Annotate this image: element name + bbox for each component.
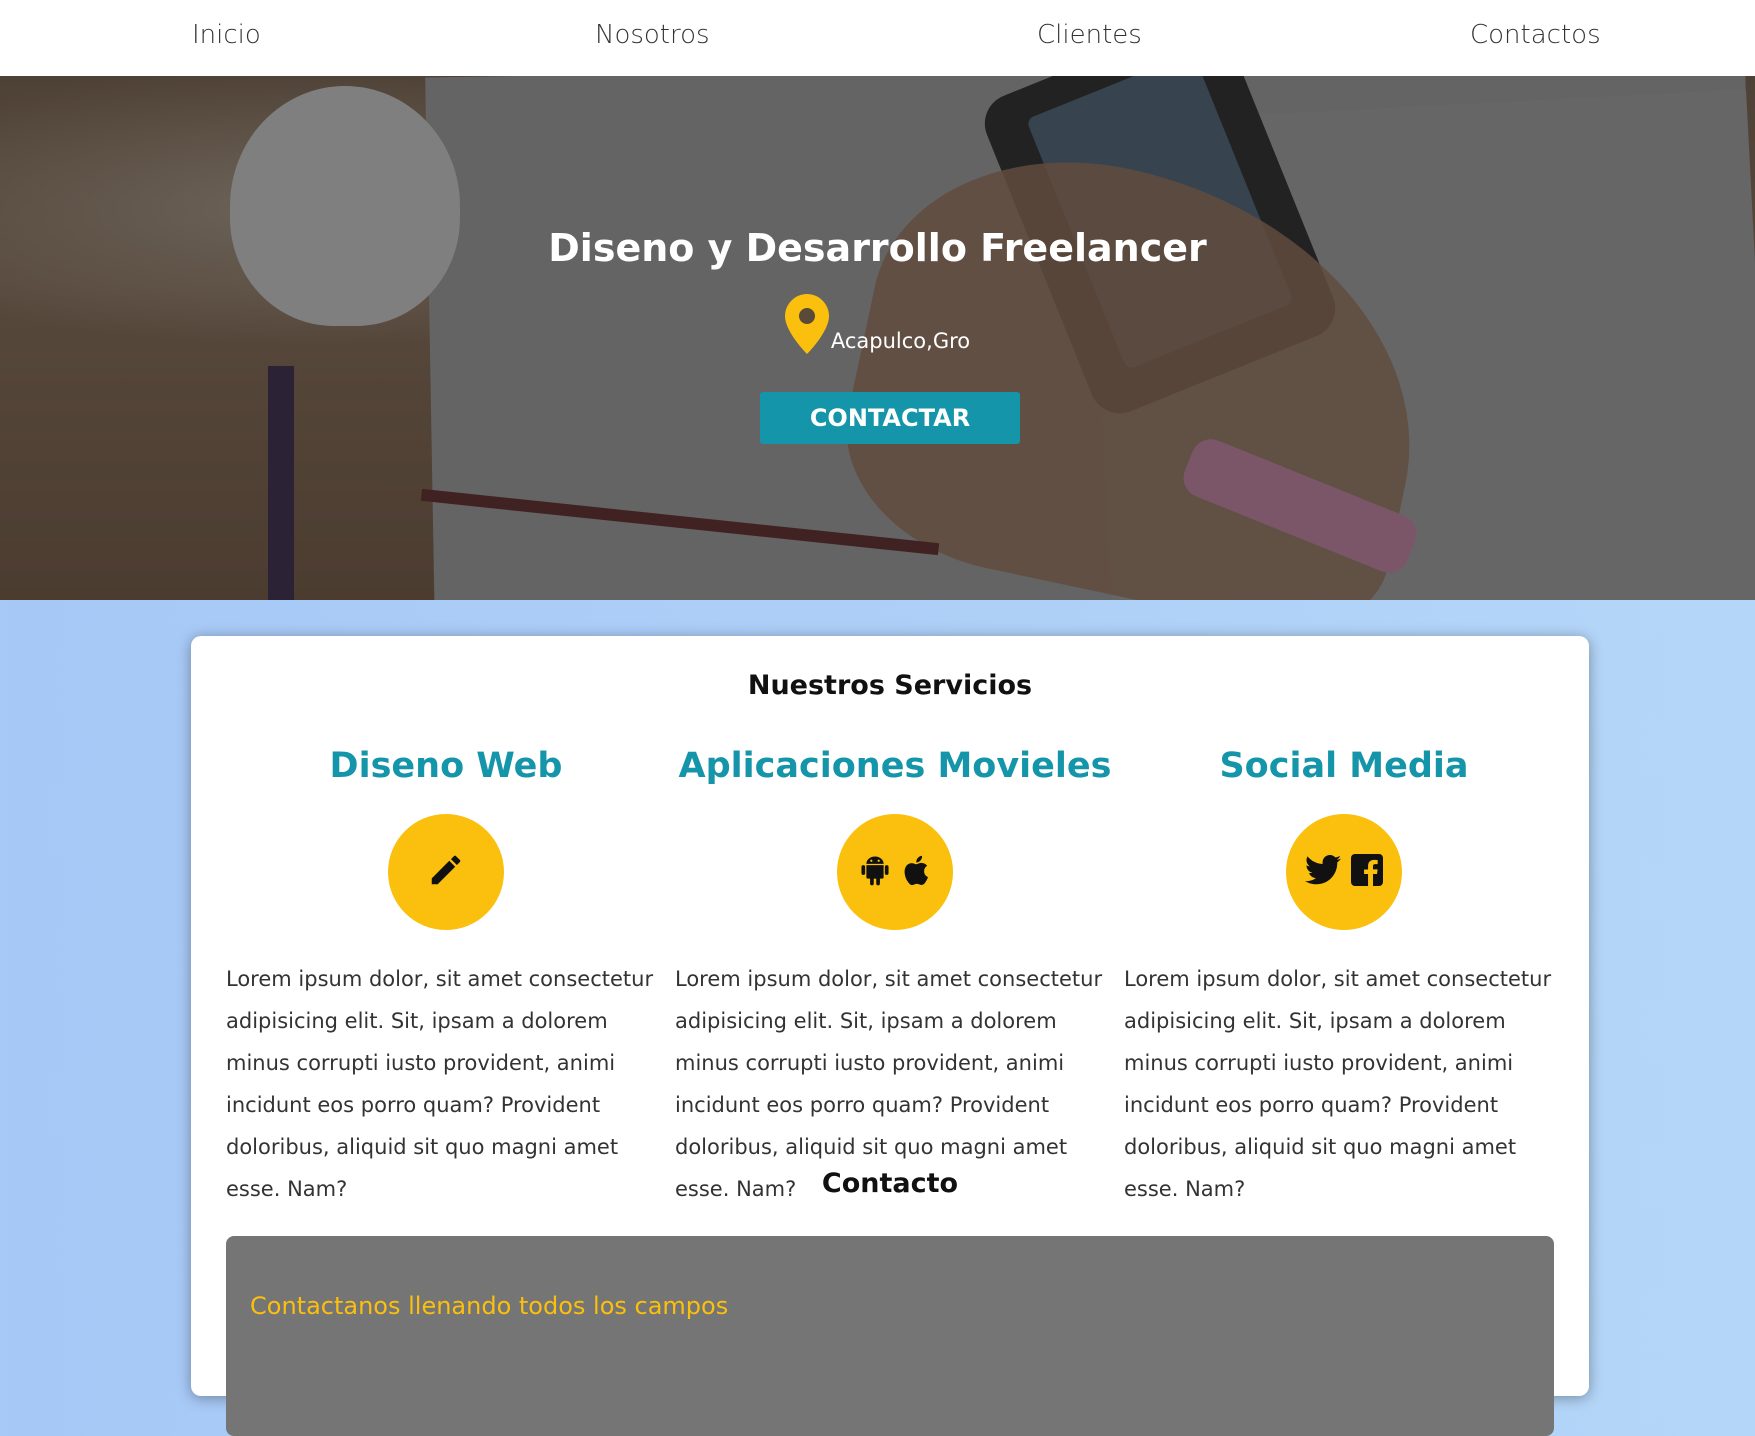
service-diseno-web: Diseno Web Lorem ipsum dolor, sit amet c… (226, 736, 666, 1231)
service-title: Social Media (1219, 746, 1469, 786)
service-title: Diseno Web (329, 746, 563, 786)
twitter-icon (1305, 854, 1341, 891)
nav-item-contactos[interactable]: Contactos (1470, 20, 1601, 50)
location-text: Acapulco,Gro (830, 329, 971, 353)
service-title: Aplicaciones Movieles (678, 746, 1112, 786)
services-card: Nuestros Servicios Diseno Web Lorem ipsu… (191, 636, 1589, 1436)
service-icon-circle (1286, 814, 1402, 930)
nav-item-clientes[interactable]: Clientes (1037, 20, 1142, 50)
hero-location: Acapulco,Gro (0, 294, 1755, 359)
hero-title: Diseno y Desarrollo Freelancer (548, 226, 1207, 270)
contact-title: Contacto (821, 1168, 959, 1199)
service-icon-circle (388, 814, 504, 930)
pencil-icon (427, 851, 465, 894)
facebook-icon (1351, 853, 1383, 891)
android-icon (860, 854, 890, 891)
contact-hint: Contactanos llenando todos los campos (250, 1292, 729, 1320)
top-nav: Inicio Nosotros Clientes Contactos (0, 0, 1755, 76)
nav-item-inicio[interactable]: Inicio (192, 20, 261, 50)
services-title: Nuestros Servicios (747, 670, 1033, 701)
nav-item-nosotros[interactable]: Nosotros (595, 20, 710, 50)
service-icon-circle (837, 814, 953, 930)
map-pin-icon (784, 294, 829, 359)
service-social-media: Social Media Lorem ipsum dolor, sit amet… (1124, 736, 1564, 1231)
service-aplicaciones-moviles: Aplicaciones Movieles Lorem ipsum dolor,… (675, 736, 1115, 1231)
contactar-button[interactable]: CONTACTAR (760, 392, 1020, 444)
apple-icon (900, 853, 930, 892)
contact-form: Contactanos llenando todos los campos (226, 1236, 1554, 1436)
hero-banner: Diseno y Desarrollo Freelancer Acapulco,… (0, 76, 1755, 600)
